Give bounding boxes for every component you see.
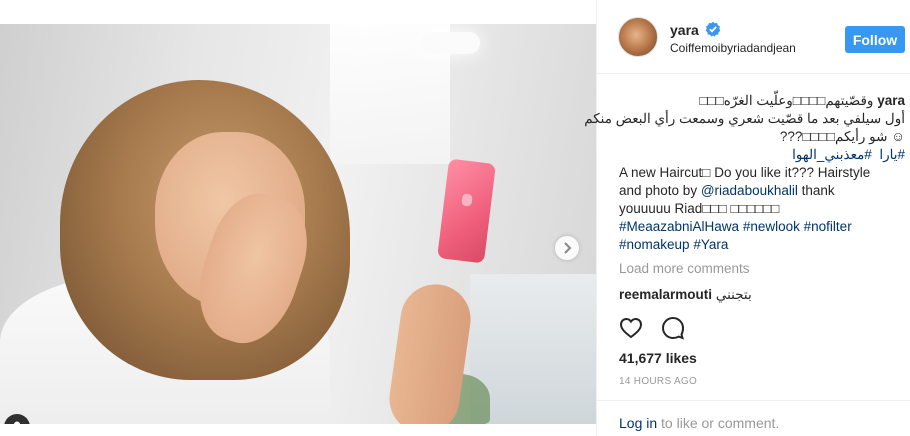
- carousel-next-button[interactable]: [555, 236, 579, 260]
- post-header: yara Coiffemoibyriadandjean Follow: [597, 0, 910, 74]
- login-link[interactable]: Log in: [619, 415, 657, 431]
- comment-text: بتجنني: [715, 287, 752, 302]
- caption-username[interactable]: yara: [877, 93, 905, 108]
- heart-icon[interactable]: [619, 316, 643, 340]
- comment-username[interactable]: reemalarmouti: [619, 287, 712, 302]
- chevron-right-icon: [564, 242, 572, 254]
- hashtag-link[interactable]: #newlook: [743, 219, 800, 234]
- post-timestamp[interactable]: 14 HOURS AGO: [619, 376, 697, 387]
- hashtag-link[interactable]: #nofilter: [804, 219, 852, 234]
- person-icon: [14, 421, 20, 424]
- caption-arabic-line-1: yara وقصّيتهم□□□□وعلّيت الغرّه□□□: [619, 92, 905, 110]
- caption-english-line-3: youuuuu Riad□□□ □□□□□□: [619, 201, 780, 216]
- caption-english-line-1: A new Haircut□ Do you like it??? Hairsty…: [619, 165, 871, 180]
- hashtag-link[interactable]: #معذبني_الهوا: [792, 147, 872, 162]
- post-photo[interactable]: [0, 24, 596, 424]
- caption-text: thank: [801, 183, 835, 198]
- mention-link[interactable]: @riadaboukhalil: [701, 183, 798, 198]
- hashtag-link[interactable]: #Yara: [693, 237, 728, 252]
- avatar[interactable]: [618, 17, 658, 57]
- login-prompt: Log in to like or comment.: [619, 415, 779, 431]
- post-sidebar: yara Coiffemoibyriadandjean Follow yara …: [584, 0, 910, 436]
- caption-hashtags-line-1: #MeaazabniAlHawa #newlook #nofilter: [619, 218, 905, 236]
- comment-icon[interactable]: [661, 316, 685, 340]
- hashtag-link[interactable]: #يارا: [879, 147, 905, 162]
- location-link[interactable]: Coiffemoibyriadandjean: [670, 41, 796, 55]
- caption-hashtags-line-2: #nomakeup #Yara: [619, 236, 905, 254]
- login-prompt-text: to like or comment.: [661, 415, 780, 431]
- caption-text: وقصّيتهم□□□□وعلّيت الغرّه□□□: [699, 93, 874, 108]
- hashtag-link[interactable]: #nomakeup: [619, 237, 690, 252]
- verified-badge-icon: [705, 21, 721, 37]
- action-bar: [619, 316, 685, 340]
- pink-phone: [437, 158, 496, 264]
- hashtag-link[interactable]: #MeaazabniAlHawa: [619, 219, 739, 234]
- ceiling-lamp: [420, 32, 480, 54]
- username-link[interactable]: yara: [670, 22, 699, 38]
- caption-arabic-hashtags: #يارا #معذبني_الهوا: [619, 146, 905, 164]
- comment-footer: Log in to like or comment.: [597, 400, 910, 436]
- caption-arabic-line-2: أول سيلفي بعد ما قصّيت شعري وسمعت رأي ال…: [584, 111, 905, 126]
- comment: reemalarmouti بتجنني: [619, 287, 752, 303]
- load-more-comments-link[interactable]: Load more comments: [619, 261, 750, 276]
- like-count[interactable]: 41,677 likes: [619, 350, 697, 366]
- caption-arabic-line-3: ☺ شو رأيكم□□□□???: [779, 129, 905, 144]
- caption-english-line-2: and photo by @riadaboukhalil thank: [619, 182, 905, 200]
- caption: yara وقصّيتهم□□□□وعلّيت الغرّه□□□ أول سي…: [584, 92, 905, 254]
- follow-button[interactable]: Follow: [845, 26, 905, 53]
- instagram-post: yara Coiffemoibyriadandjean Follow yara …: [0, 0, 910, 436]
- caption-text: and photo by: [619, 183, 698, 198]
